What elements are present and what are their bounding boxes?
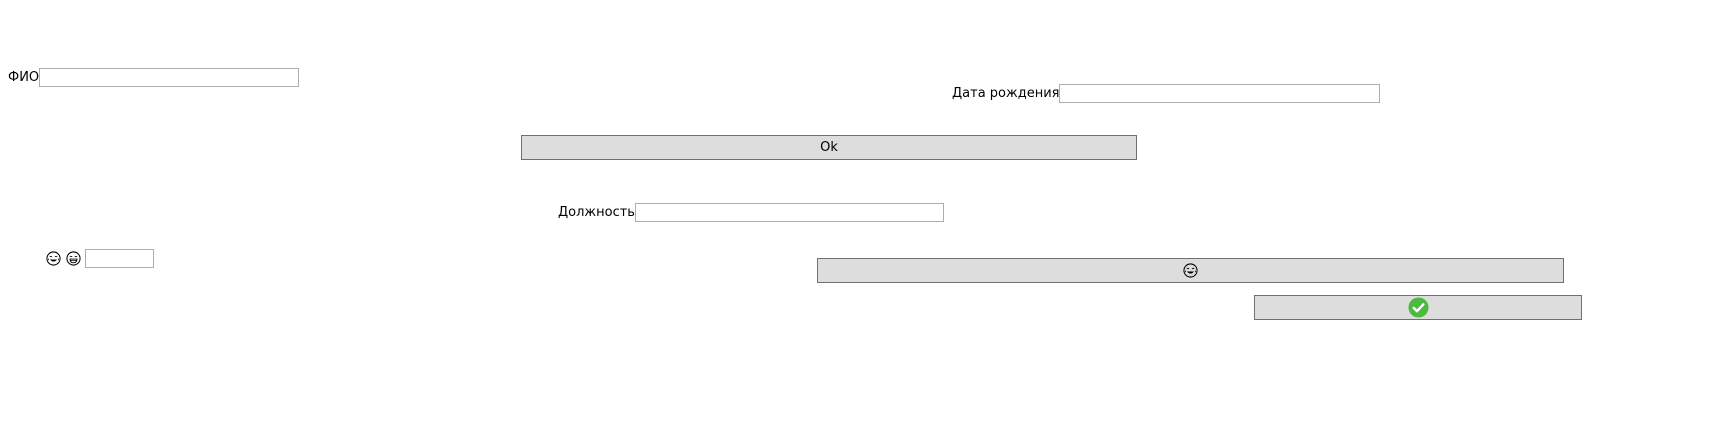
birth-date-row: Дата рождения (952, 84, 1381, 103)
crying-laughing-face-icon (45, 250, 62, 267)
emoji-row (45, 249, 154, 268)
birth-date-label: Дата рождения (952, 86, 1060, 101)
birth-date-input[interactable] (1059, 84, 1381, 103)
check-mark-icon (1407, 297, 1429, 319)
ok-button[interactable]: Ok (521, 135, 1137, 160)
position-row: Должность (558, 203, 944, 222)
window-client-area: ФИО Дата рождения Ok Должность (0, 0, 1723, 432)
emoji-button[interactable] (817, 258, 1564, 283)
fio-row: ФИО (8, 68, 300, 87)
position-input[interactable] (634, 203, 944, 222)
confirm-button[interactable] (1254, 295, 1582, 320)
grinning-face-icon (65, 250, 82, 267)
position-label: Должность (558, 205, 635, 220)
fio-input[interactable] (39, 68, 300, 87)
fio-label: ФИО (8, 70, 40, 85)
ok-button-label: Ok (820, 140, 838, 155)
crying-laughing-face-icon (1182, 262, 1199, 279)
emoji-input[interactable] (85, 249, 154, 268)
